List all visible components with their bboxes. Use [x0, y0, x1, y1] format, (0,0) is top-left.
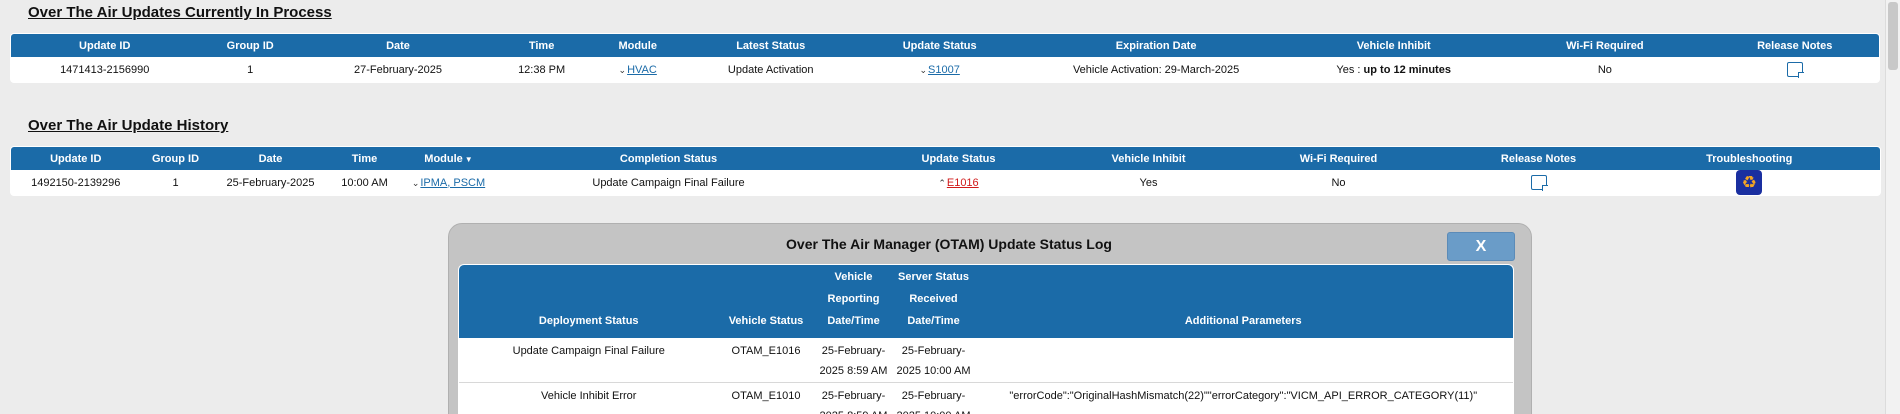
header-wifi-required: Wi-Fi Required: [1218, 147, 1459, 170]
header-module-label: Module: [424, 152, 463, 165]
cell-module: ⌄IPMA, PSCM: [399, 170, 499, 195]
header-vehicle-inhibit: Vehicle Inhibit: [1078, 147, 1219, 170]
cell-latest-status: Update Activation: [727, 63, 814, 76]
page: Over The Air Updates Currently In Proces…: [0, 0, 1900, 414]
cell-troubleshooting: ♻: [1619, 170, 1881, 195]
recycle-icon[interactable]: ♻: [1736, 170, 1763, 195]
header-troubleshooting: Troubleshooting: [1618, 147, 1880, 170]
cell-module: ⌄HVAC: [589, 57, 686, 82]
header-update-status: Update Status: [855, 34, 1025, 57]
update-history-title: Over The Air Update History: [28, 117, 229, 134]
cell-release-notes: [1710, 57, 1879, 82]
cell-update-status: ⌄S1007: [855, 57, 1024, 82]
update-status-link[interactable]: E1016: [947, 177, 979, 189]
vertical-scrollbar[interactable]: [1885, 0, 1900, 414]
header-update-status: Update Status: [838, 147, 1079, 170]
current-updates-title: Over The Air Updates Currently In Proces…: [28, 4, 332, 21]
header-group-id: Group ID: [198, 34, 302, 57]
header-module: Module: [589, 34, 687, 57]
chevron-up-icon[interactable]: ⌃: [938, 178, 946, 188]
cell-update-id: 1471413-2156990: [60, 63, 150, 76]
header-additional-parameters: Additional Parameters: [973, 265, 1513, 338]
cell-wifi-required: No: [1597, 63, 1612, 76]
release-notes-icon[interactable]: [1530, 175, 1548, 191]
header-module[interactable]: Module ▼: [398, 147, 499, 170]
cell-vehicle-inhibit: Yes : up to 12 minutes: [1288, 57, 1499, 82]
current-table-header-row: Update ID Group ID Date Time Module Late…: [11, 34, 1879, 57]
history-table-header-row: Update ID Group ID Date Time Module ▼ Com…: [11, 147, 1880, 170]
update-history-table: Update ID Group ID Date Time Module ▼ Com…: [10, 146, 1881, 196]
header-expiration-date: Expiration Date: [1024, 34, 1289, 57]
cell-server-received: 25-February-2025 10:00 AM: [893, 382, 974, 414]
cell-vehicle-reporting: 25-February-2025 8:59 AM: [813, 338, 894, 383]
header-date: Date: [210, 147, 331, 170]
cell-vehicle-status: OTAM_E1010: [718, 382, 814, 414]
header-time: Time: [330, 147, 399, 170]
table-row: 1471413-2156990 1 27-February-2025 12:38…: [11, 57, 1879, 82]
header-vehicle-inhibit: Vehicle Inhibit: [1288, 34, 1500, 57]
header-release-notes: Release Notes: [1458, 147, 1619, 170]
cell-time: 12:38 PM: [518, 63, 566, 76]
cell-time: 10:00 AM: [341, 176, 388, 189]
header-date: Date: [301, 34, 495, 57]
header-update-id: Update ID: [11, 147, 141, 170]
vehicle-inhibit-prefix: Yes :: [1336, 63, 1364, 76]
cell-group-id: 1: [172, 176, 179, 189]
release-notes-icon[interactable]: [1786, 62, 1804, 78]
header-latest-status: Latest Status: [686, 34, 856, 57]
module-link[interactable]: IPMA, PSCM: [420, 177, 485, 189]
sort-down-icon[interactable]: ▼: [465, 155, 473, 164]
module-link[interactable]: HVAC: [627, 64, 657, 76]
table-row: Update Campaign Final Failure OTAM_E1016…: [459, 338, 1513, 383]
current-updates-table: Update ID Group ID Date Time Module Late…: [10, 33, 1880, 83]
header-server-received: Server Status Received Date/Time: [893, 265, 974, 338]
header-update-id: Update ID: [11, 34, 199, 57]
cell-group-id: 1: [247, 63, 254, 76]
header-vehicle-reporting: Vehicle Reporting Date/Time: [813, 265, 894, 338]
update-status-link[interactable]: S1007: [928, 64, 960, 76]
cell-server-received: 25-February-2025 10:00 AM: [893, 338, 974, 383]
close-button[interactable]: X: [1447, 232, 1515, 261]
modal-title: Over The Air Manager (OTAM) Update Statu…: [786, 236, 1112, 252]
header-deployment-status: Deployment Status: [459, 265, 719, 338]
cell-release-notes: [1459, 170, 1619, 195]
cell-additional-parameters: [973, 338, 1513, 383]
log-table-header-row: Deployment Status Vehicle Status Vehicle…: [459, 265, 1513, 338]
cell-additional-parameters: "errorCode":"OriginalHashMismatch(22)""e…: [973, 382, 1513, 414]
cell-deployment-status: Vehicle Inhibit Error: [459, 382, 719, 414]
chevron-down-icon[interactable]: ⌄: [619, 65, 627, 75]
cell-expiration-date: Vehicle Activation: 29-March-2025: [1072, 63, 1240, 76]
cell-vehicle-inhibit: Yes: [1139, 176, 1158, 189]
vehicle-inhibit-duration: up to 12 minutes: [1363, 63, 1451, 76]
chevron-down-icon[interactable]: ⌄: [412, 178, 420, 188]
table-row: 1492150-2139296 1 25-February-2025 10:00…: [11, 170, 1881, 195]
cell-vehicle-status: OTAM_E1016: [718, 338, 814, 383]
header-wifi-required: Wi-Fi Required: [1499, 34, 1711, 57]
header-release-notes: Release Notes: [1710, 34, 1879, 57]
header-completion-status: Completion Status: [498, 147, 839, 170]
cell-date: 27-February-2025: [353, 63, 443, 76]
header-vehicle-status: Vehicle Status: [718, 265, 814, 338]
header-time: Time: [494, 34, 590, 57]
cell-vehicle-reporting: 25-February-2025 8:59 AM: [813, 382, 894, 414]
cell-wifi-required: No: [1331, 176, 1346, 189]
scrollbar-thumb[interactable]: [1888, 2, 1898, 70]
cell-completion-status: Update Campaign Final Failure: [592, 176, 745, 189]
cell-update-status: ⌃E1016: [839, 170, 1079, 195]
status-log-modal: Over The Air Manager (OTAM) Update Statu…: [448, 223, 1532, 414]
table-row: Vehicle Inhibit Error OTAM_E1010 25-Febr…: [459, 382, 1513, 414]
cell-deployment-status: Update Campaign Final Failure: [459, 338, 719, 383]
status-log-table: Deployment Status Vehicle Status Vehicle…: [458, 264, 1514, 414]
cell-date: 25-February-2025: [226, 176, 315, 189]
header-group-id: Group ID: [140, 147, 211, 170]
chevron-down-icon[interactable]: ⌄: [919, 65, 927, 75]
cell-update-id: 1492150-2139296: [31, 176, 121, 189]
